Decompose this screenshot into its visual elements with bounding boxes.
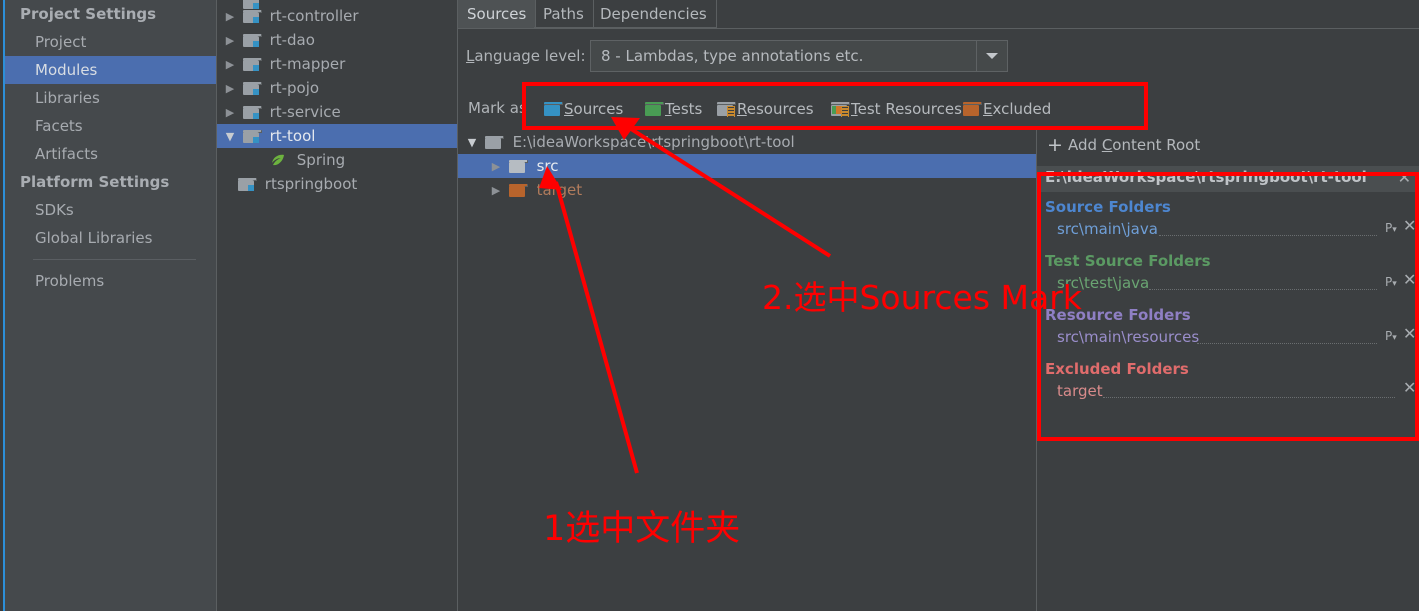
tab-strip-underline (458, 28, 1419, 29)
folder-label-target: target (536, 181, 583, 199)
sidebar-nav: Project Settings Project Modules Librari… (0, 0, 216, 295)
settings-sidebar: Project Settings Project Modules Librari… (0, 0, 216, 611)
sidebar-item-modules[interactable]: Modules (0, 56, 216, 84)
module-folder-icon (242, 34, 262, 47)
panel-divider-left[interactable] (216, 0, 217, 611)
annotation-note-2: 2.选中Sources Mark (762, 278, 1082, 317)
content-root-path-label: E:\ideaWorkspace\rtspringboot\rt-tool (512, 133, 795, 151)
module-folder-icon (238, 178, 257, 191)
plus-icon: + (1047, 134, 1063, 156)
content-root-tree-row-root[interactable]: ▼ E:\ideaWorkspace\rtspringboot\rt-tool (458, 130, 1036, 154)
language-level-combobox[interactable]: 8 - Lambdas, type annotations etc. (590, 40, 1008, 72)
module-tree-row-rt-tool[interactable]: ▼ rt-tool (216, 124, 457, 148)
sidebar-item-facets[interactable]: Facets (0, 112, 216, 140)
module-tree-panel: ▶ ▶ rt-controller ▶ rt-dao ▶ rt-mapper ▶… (216, 0, 457, 611)
chevron-right-icon[interactable]: ▶ (488, 179, 504, 203)
editor-tab-strip: Sources Paths Dependencies (458, 0, 1419, 29)
tab-dependencies[interactable]: Dependencies (591, 0, 717, 28)
annotation-note-1: 1选中文件夹 (543, 509, 741, 549)
module-label: rt-dao (269, 31, 315, 49)
window-left-accent-bar (3, 0, 5, 611)
module-tree-row-rtspringboot[interactable]: rtspringboot (216, 172, 457, 196)
module-tree-row-rt-pojo[interactable]: ▶ rt-pojo (216, 76, 457, 100)
module-folder-icon (242, 130, 262, 143)
folder-icon (484, 136, 504, 149)
module-label: rt-tool (269, 127, 316, 145)
excluded-folder-icon (508, 184, 528, 197)
content-root-tree-row-src[interactable]: ▶ src (458, 154, 1036, 178)
folder-label-src: src (536, 157, 559, 175)
module-label: rt-pojo (269, 79, 320, 97)
module-label: Spring (296, 151, 346, 169)
module-tree-row-rt-dao[interactable]: ▶ rt-dao (216, 28, 457, 52)
module-label: rt-controller (269, 7, 359, 25)
chevron-right-icon[interactable]: ▶ (222, 53, 238, 77)
chevron-right-icon[interactable]: ▶ (222, 5, 238, 29)
module-label: rt-mapper (269, 55, 346, 73)
sidebar-item-libraries[interactable]: Libraries (0, 84, 216, 112)
sidebar-item-sdks[interactable]: SDKs (0, 196, 216, 224)
annotation-rect-mark-as (522, 82, 1148, 130)
module-folder-icon (242, 58, 262, 71)
module-folder-icon (242, 82, 262, 95)
module-tree-row-rt-controller[interactable]: ▶ rt-controller (216, 4, 457, 28)
module-folder-icon (242, 106, 262, 119)
module-folder-icon (242, 10, 262, 23)
language-level-value: 8 - Lambdas, type annotations etc. (601, 47, 864, 65)
sidebar-group-title-platform-settings: Platform Settings (20, 173, 170, 191)
sidebar-item-project[interactable]: Project (0, 28, 216, 56)
module-label: rt-service (269, 103, 341, 121)
chevron-right-icon[interactable]: ▶ (222, 29, 238, 53)
chevron-down-icon[interactable]: ▼ (464, 131, 480, 155)
module-tree-row-rt-mapper[interactable]: ▶ rt-mapper (216, 52, 457, 76)
sidebar-item-artifacts[interactable]: Artifacts (0, 140, 216, 168)
chevron-down-icon[interactable] (976, 41, 1007, 71)
module-tree-row-rt-service[interactable]: ▶ rt-service (216, 100, 457, 124)
mark-as-label: Mark as (468, 99, 527, 117)
sidebar-divider (33, 259, 196, 260)
content-root-tree-row-target[interactable]: ▶ target (458, 178, 1036, 202)
sidebar-item-global-libraries[interactable]: Global Libraries (0, 224, 216, 252)
folder-icon (508, 160, 528, 173)
chevron-down-icon[interactable]: ▼ (222, 125, 238, 149)
chevron-right-icon[interactable]: ▶ (222, 77, 238, 101)
sidebar-group-title-project-settings: Project Settings (20, 5, 157, 23)
tab-sources[interactable]: Sources (458, 0, 537, 28)
chevron-right-icon[interactable]: ▶ (222, 101, 238, 125)
spring-leaf-icon (270, 151, 286, 166)
language-level-row: Language level: 8 - Lambdas, type annota… (458, 40, 1018, 74)
tab-paths[interactable]: Paths (534, 0, 594, 28)
module-label: rtspringboot (264, 175, 358, 193)
chevron-right-icon[interactable]: ▶ (488, 155, 504, 179)
add-content-root-button[interactable]: + Add Content Root (1037, 130, 1419, 160)
language-level-label: Language level: (466, 47, 586, 65)
sidebar-item-problems[interactable]: Problems (0, 267, 216, 295)
add-content-root-label: Add Content Root (1068, 136, 1201, 154)
module-tree-row-spring[interactable]: Spring (216, 148, 457, 172)
annotation-rect-detail-panel (1037, 172, 1419, 441)
